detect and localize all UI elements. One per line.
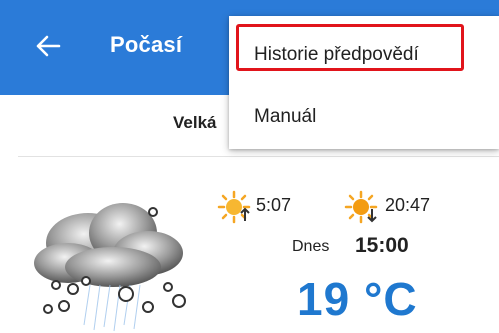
menu-item-manual[interactable]: Manuál: [229, 90, 499, 148]
sunrise-time: 5:07: [256, 195, 292, 215]
back-button[interactable]: [28, 26, 68, 66]
menu-item-label: Historie předpovědí: [254, 44, 419, 65]
sunrise-icon: [217, 190, 251, 224]
sunset-icon: [344, 190, 378, 224]
page-title: Počasí: [110, 32, 183, 57]
sunset-time: 20:47: [385, 195, 431, 215]
forecast-time: 15:00: [355, 234, 409, 257]
overflow-menu: Historie předpovědí Manuál: [229, 16, 499, 149]
temperature: 19 °C: [297, 273, 418, 325]
divider: [18, 156, 499, 157]
menu-item-forecast-history[interactable]: Historie předpovědí: [229, 22, 499, 80]
day-label: Dnes: [292, 238, 330, 255]
menu-item-label: Manuál: [254, 106, 317, 127]
cloud-rain-icon: [34, 203, 186, 332]
location-name: Velká: [173, 113, 217, 132]
arrow-left-icon: [36, 35, 61, 57]
